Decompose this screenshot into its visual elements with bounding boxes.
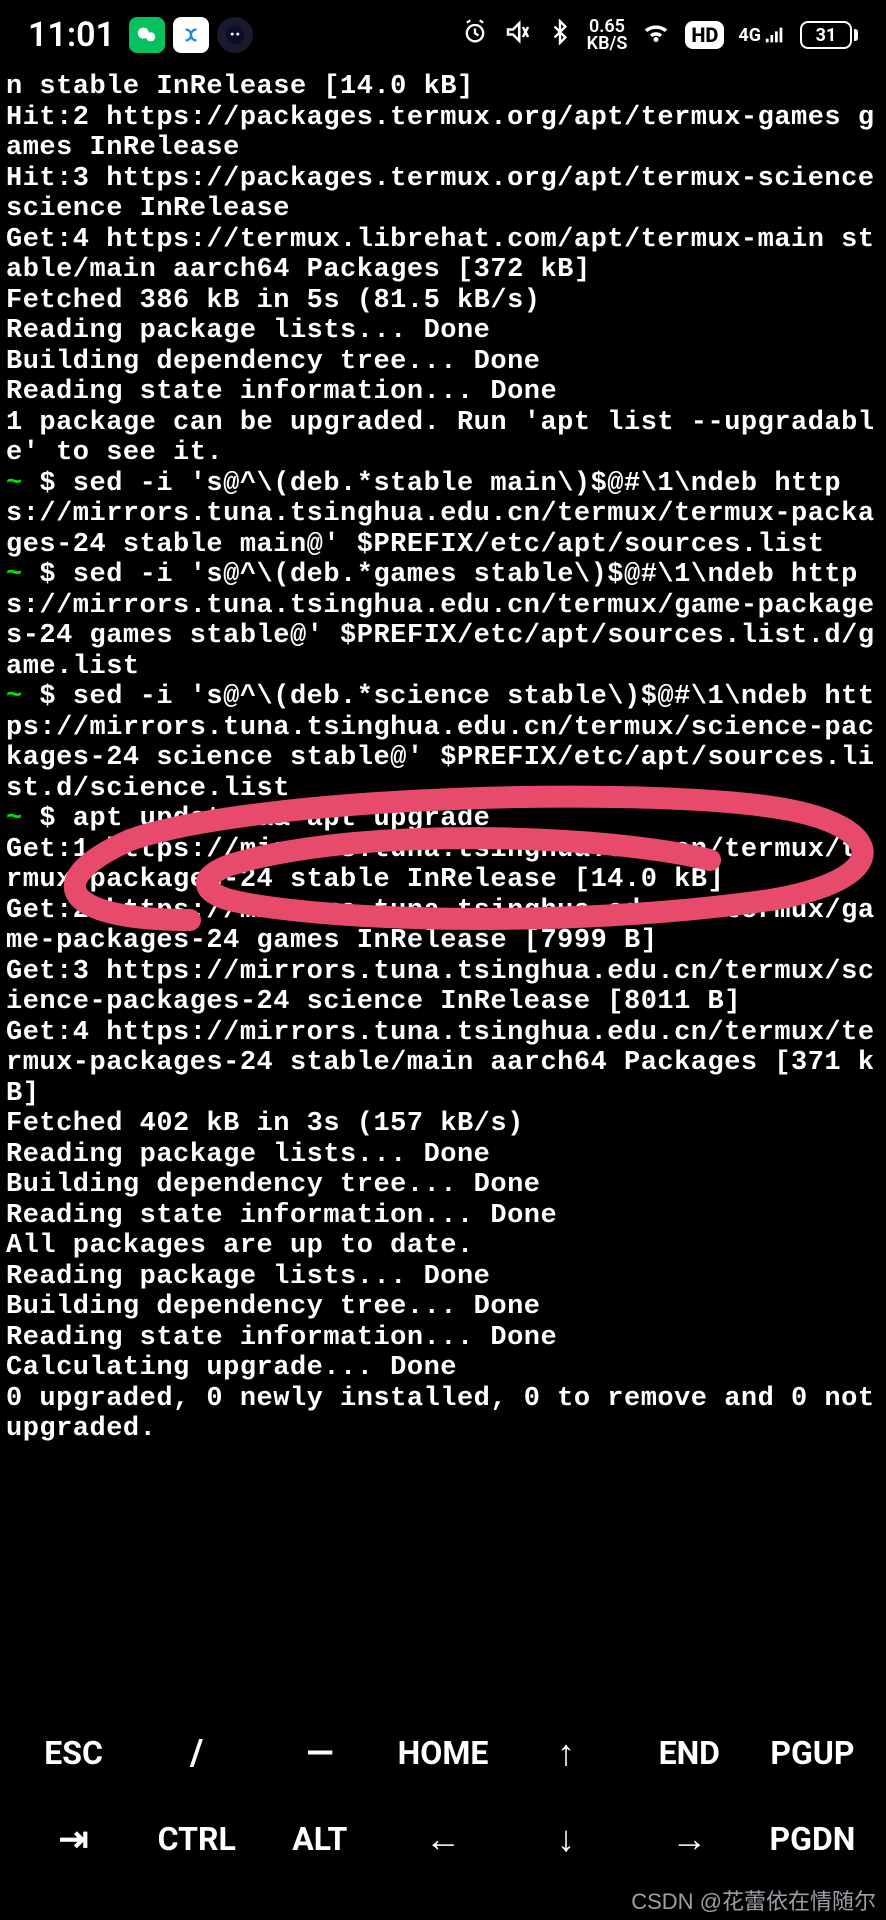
key-home[interactable]: HOME xyxy=(381,1724,504,1782)
cellular-signal: 4G xyxy=(738,24,786,46)
notification-app-icons xyxy=(129,17,253,53)
key-esc[interactable]: ESC xyxy=(12,1724,135,1782)
watermark: CSDN @花蕾依在情随尔 xyxy=(631,1884,876,1916)
term-line: Hit:2 https://packages.termux.org/apt/te… xyxy=(6,103,875,164)
terminal-output[interactable]: n stable InRelease [14.0 kB] Hit:2 https… xyxy=(0,70,886,1445)
prompt-tilde: ~ xyxy=(6,469,23,499)
battery-indicator: 31 xyxy=(800,21,858,49)
key-right[interactable]: → xyxy=(628,1808,751,1870)
term-line: Reading state information... Done xyxy=(6,377,557,407)
term-line: Building dependency tree... Done xyxy=(6,1292,540,1322)
cellular-label: 4G xyxy=(738,25,761,46)
prompt-tilde: ~ xyxy=(6,560,23,590)
key-ctrl[interactable]: CTRL xyxy=(135,1810,258,1868)
term-line: Get:4 https://termux.librehat.com/apt/te… xyxy=(6,225,875,286)
net-speed: 0.65 KB/S xyxy=(587,18,628,52)
status-bar-left: 11:01 xyxy=(28,15,253,55)
term-line: Get:2 https://mirrors.tuna.tsinghua.edu.… xyxy=(6,896,875,957)
app-icon-face xyxy=(217,17,253,53)
term-line: Fetched 402 kB in 3s (157 kB/s) xyxy=(6,1109,524,1139)
termux-extra-keys: ESC / — HOME ↑ END PGUP ⇥ CTRL ALT ← ↓ →… xyxy=(0,1702,886,1882)
prompt-tilde: ~ xyxy=(6,804,23,834)
extra-keys-row-2: ⇥ CTRL ALT ← ↓ → PGDN xyxy=(12,1808,874,1870)
status-bar: 11:01 0.65 KB/S HD xyxy=(0,0,886,70)
wechat-icon xyxy=(129,17,165,53)
term-line: Reading package lists... Done xyxy=(6,1262,490,1292)
term-line: Reading package lists... Done xyxy=(6,1140,490,1170)
key-pgdn[interactable]: PGDN xyxy=(751,1810,874,1868)
term-line: Get:4 https://mirrors.tuna.tsinghua.edu.… xyxy=(6,1018,875,1109)
net-speed-unit: KB/S xyxy=(587,35,628,52)
prompt-command: $ sed -i 's@^\(deb.*science stable\)$@#\… xyxy=(6,682,875,804)
key-alt[interactable]: ALT xyxy=(258,1810,381,1868)
term-line: All packages are up to date. xyxy=(6,1231,474,1261)
key-end[interactable]: END xyxy=(628,1724,751,1782)
key-pgup[interactable]: PGUP xyxy=(751,1724,874,1782)
wifi-icon xyxy=(641,17,671,54)
key-tab[interactable]: ⇥ xyxy=(12,1808,135,1870)
hd-badge: HD xyxy=(685,21,724,49)
key-left[interactable]: ← xyxy=(381,1808,504,1870)
alarm-icon xyxy=(461,18,489,53)
prompt-command: $ sed -i 's@^\(deb.*games stable\)$@#\1\… xyxy=(6,560,875,682)
term-line: Building dependency tree... Done xyxy=(6,1170,540,1200)
term-line: Building dependency tree... Done xyxy=(6,347,540,377)
term-line: Fetched 386 kB in 5s (81.5 kB/s) xyxy=(6,286,540,316)
prompt-command: $ apt update && apt upgrade xyxy=(23,804,491,834)
term-line: Reading state information... Done xyxy=(6,1201,557,1231)
term-line: Get:1 https://mirrors.tuna.tsinghua.edu.… xyxy=(6,835,875,896)
key-down[interactable]: ↓ xyxy=(505,1808,628,1870)
app-icon-loop xyxy=(173,17,209,53)
term-line: Hit:3 https://packages.termux.org/apt/te… xyxy=(6,164,886,225)
extra-keys-row-1: ESC / — HOME ↑ END PGUP xyxy=(12,1722,874,1784)
clock: 11:01 xyxy=(28,15,115,55)
bluetooth-icon xyxy=(547,19,573,52)
term-line: Get:3 https://mirrors.tuna.tsinghua.edu.… xyxy=(6,957,875,1018)
term-line: 1 package can be upgraded. Run 'apt list… xyxy=(6,408,875,469)
term-line: 0 upgraded, 0 newly installed, 0 to remo… xyxy=(6,1384,886,1445)
key-slash[interactable]: / xyxy=(135,1722,258,1784)
prompt-command: $ sed -i 's@^\(deb.*stable main\)$@#\1\n… xyxy=(6,469,875,560)
term-line: Reading package lists... Done xyxy=(6,316,490,346)
status-bar-right: 0.65 KB/S HD 4G 31 xyxy=(461,17,858,54)
prompt-tilde: ~ xyxy=(6,682,23,712)
term-line: Reading state information... Done xyxy=(6,1323,557,1353)
key-up[interactable]: ↑ xyxy=(505,1722,628,1784)
no-sound-icon xyxy=(503,17,533,54)
battery-level: 31 xyxy=(800,21,852,49)
term-line: n stable InRelease [14.0 kB] xyxy=(6,72,474,102)
battery-cap-icon xyxy=(854,29,858,41)
key-dash[interactable]: — xyxy=(258,1722,381,1784)
term-line: Calculating upgrade... Done xyxy=(6,1353,457,1383)
